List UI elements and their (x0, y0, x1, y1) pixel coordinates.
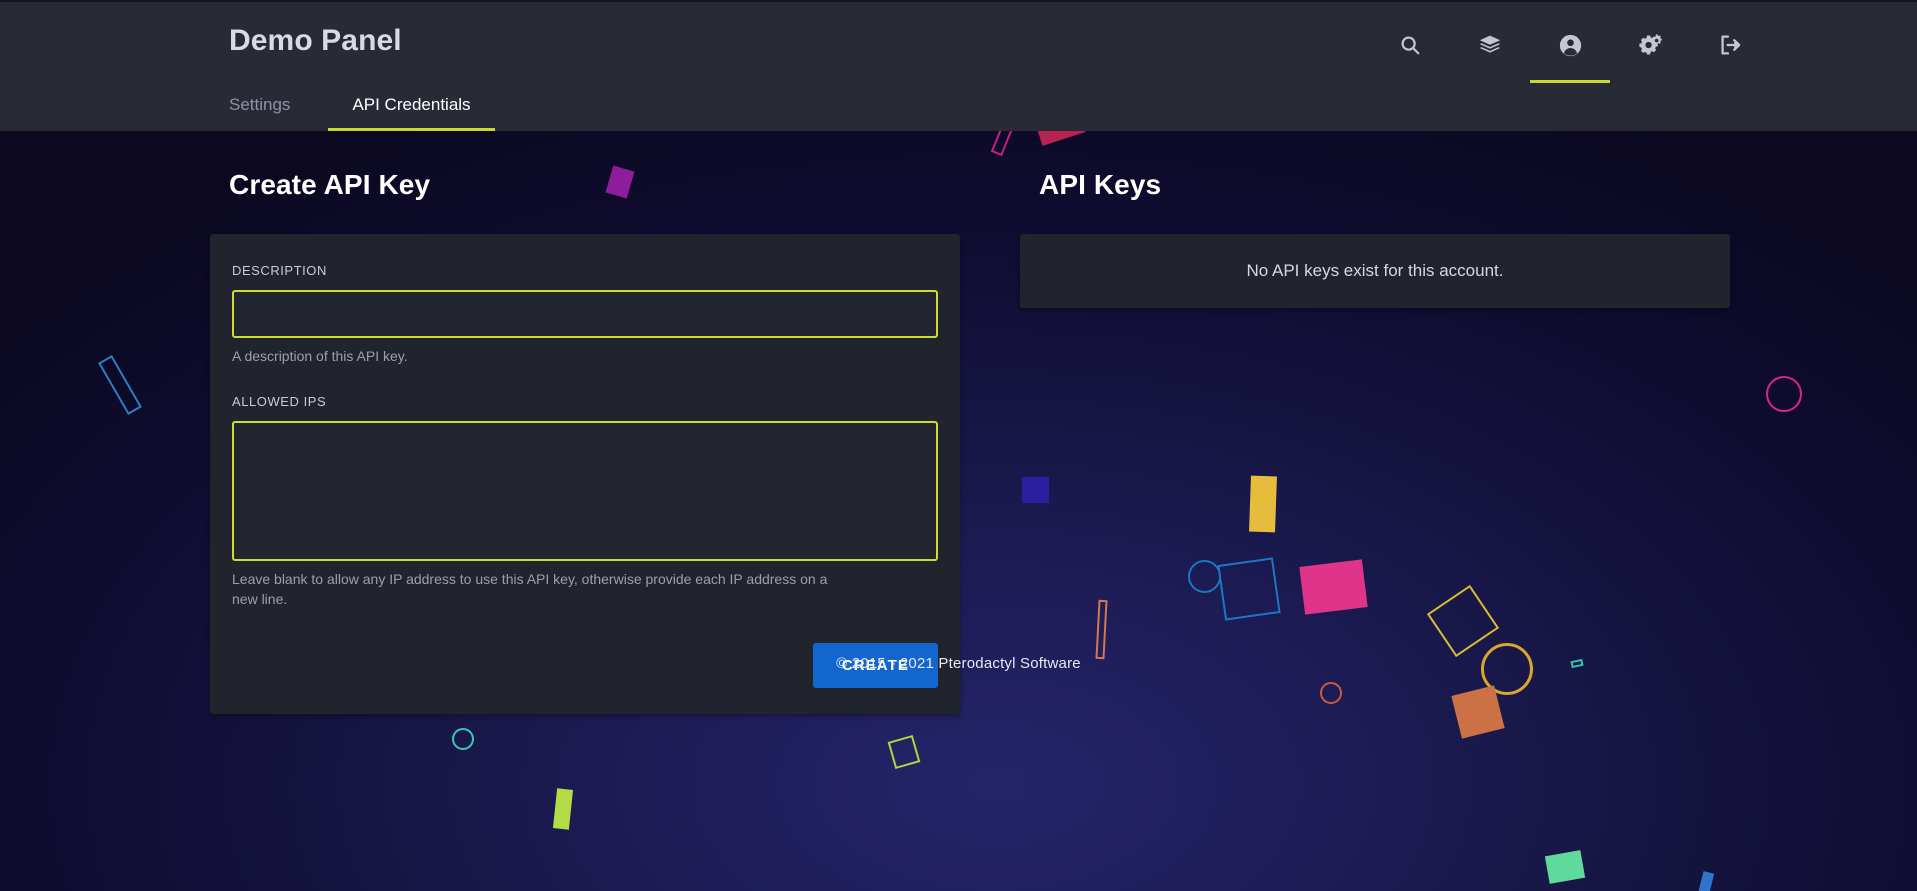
api-keys-card: No API keys exist for this account. (1020, 234, 1730, 308)
api-keys-column: API Keys No API keys exist for this acco… (1020, 131, 1730, 714)
tab-api-credentials-label: API Credentials (352, 95, 471, 114)
allowed-ips-help-text: Leave blank to allow any IP address to u… (232, 571, 828, 607)
description-field-block: DESCRIPTION A description of this API ke… (232, 263, 938, 366)
create-api-key-column: Create API Key DESCRIPTION A description… (210, 131, 960, 714)
description-label: DESCRIPTION (232, 263, 327, 278)
content-columns: Create API Key DESCRIPTION A description… (210, 131, 1730, 714)
tab-api-credentials[interactable]: API Credentials (328, 95, 495, 131)
header-icon-group (1391, 24, 1749, 66)
tab-bar: Settings API Credentials (229, 95, 495, 131)
allowed-ips-input[interactable] (232, 421, 938, 562)
description-input[interactable] (232, 290, 938, 338)
top-navigation-bar: Demo Panel Settings API Credentials (0, 0, 1917, 131)
page-title: Demo Panel (229, 24, 402, 57)
api-keys-empty-message: No API keys exist for this account. (1246, 261, 1504, 280)
create-api-key-card: DESCRIPTION A description of this API ke… (210, 234, 960, 714)
cogs-icon[interactable] (1631, 24, 1669, 66)
layers-icon[interactable] (1471, 24, 1509, 66)
tab-settings[interactable]: Settings (229, 95, 328, 131)
main-content: Create API Key DESCRIPTION A description… (0, 131, 1917, 891)
app-root: Demo Panel Settings API Credentials Crea… (0, 0, 1917, 891)
allowed-ips-field-block: ALLOWED IPS Leave blank to allow any IP … (232, 394, 938, 609)
logout-icon[interactable] (1711, 24, 1749, 66)
create-api-key-heading: Create API Key (229, 169, 431, 200)
description-help-text: A description of this API key. (232, 348, 408, 364)
search-icon[interactable] (1391, 24, 1429, 66)
footer-copyright: © 2015 - 2021 Pterodactyl Software (836, 655, 1081, 672)
allowed-ips-label: ALLOWED IPS (232, 394, 327, 410)
tab-settings-label: Settings (229, 95, 291, 114)
account-icon[interactable] (1551, 24, 1589, 66)
api-keys-heading: API Keys (1039, 169, 1162, 200)
